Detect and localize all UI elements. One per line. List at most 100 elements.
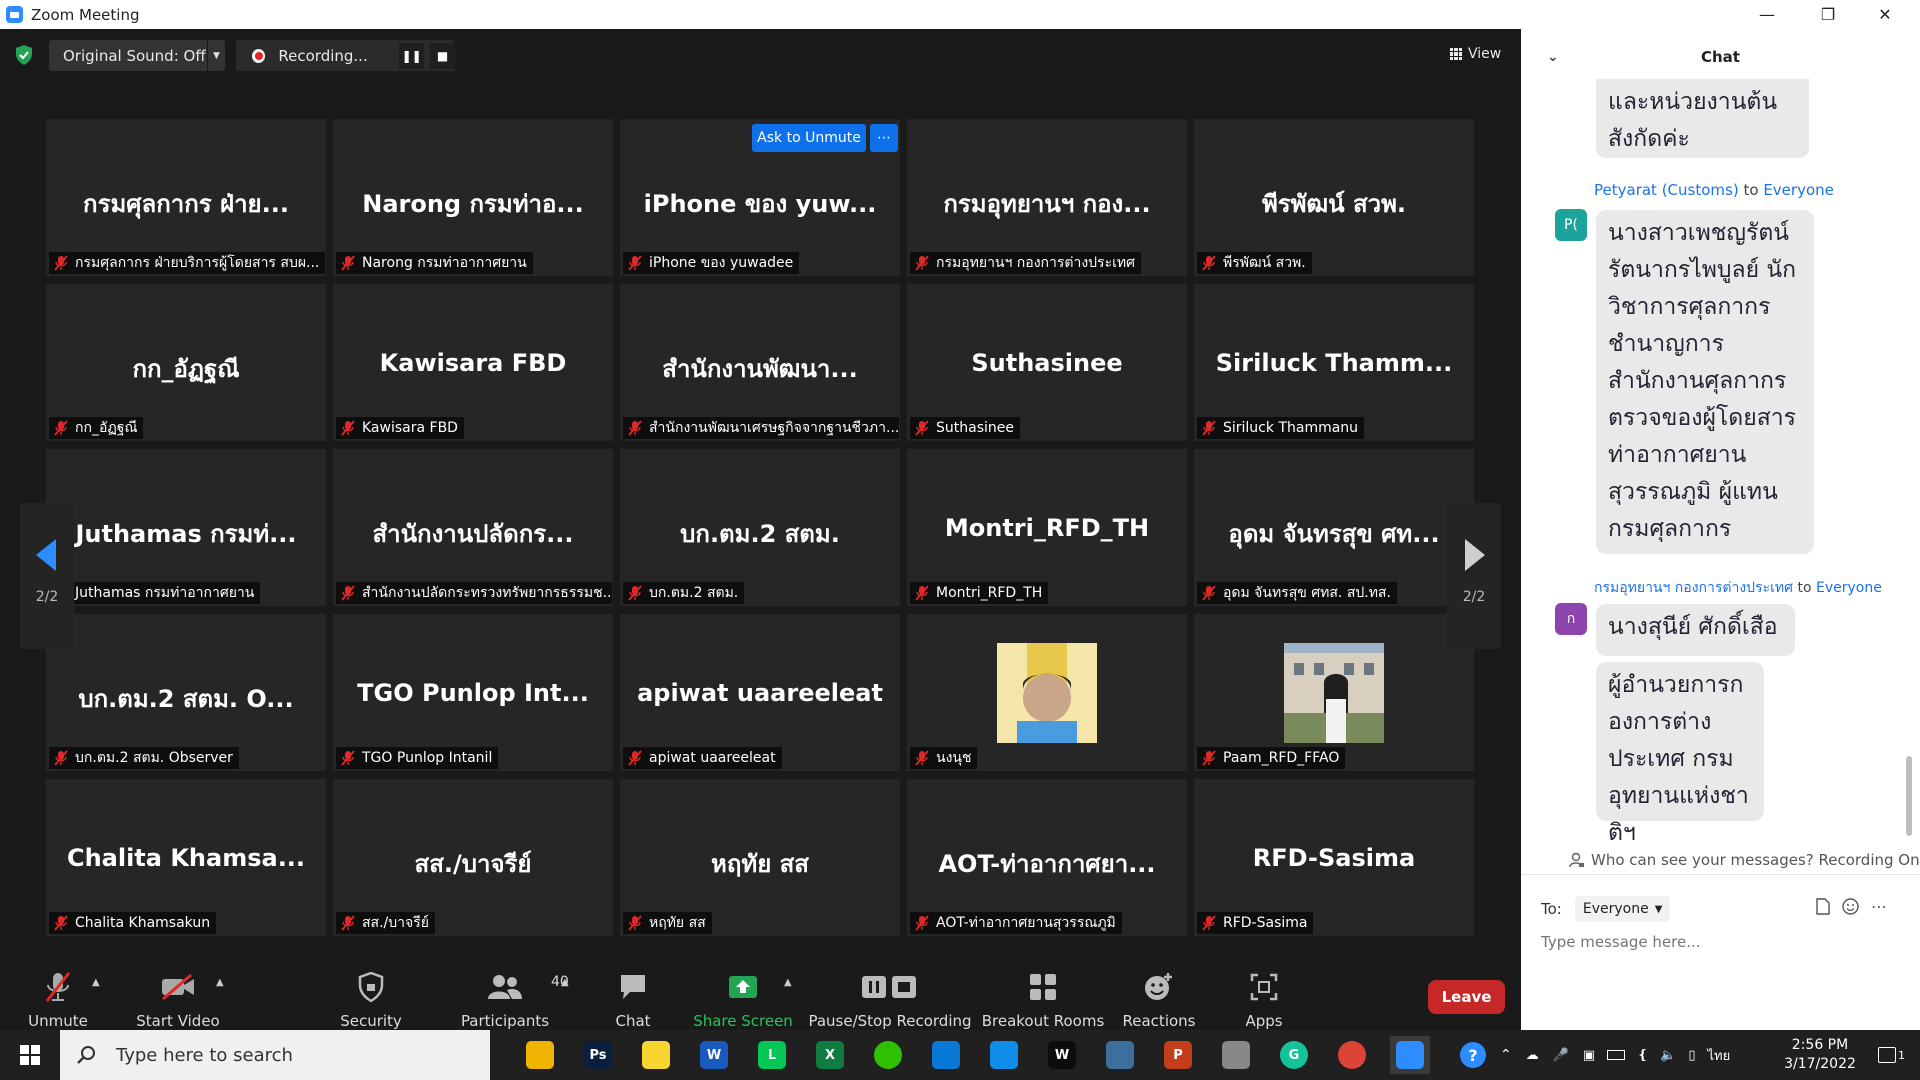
participant-tile[interactable]: นงนุช [907, 614, 1187, 771]
participant-tile[interactable]: สำนักงานปลัดกร... สำนักงานปลัดกระทรวงทรัพ… [333, 449, 613, 606]
chat-sender-name[interactable]: กรมอุทยานฯ กองการต่างประเทศ [1594, 580, 1793, 596]
video-options-caret-icon[interactable]: ▲ [216, 977, 224, 988]
close-button[interactable]: ✕ [1856, 0, 1914, 29]
taskbar-app[interactable] [1390, 1036, 1430, 1074]
message-input[interactable] [1541, 927, 1901, 957]
battery-icon[interactable] [1607, 1050, 1626, 1060]
participant-tile[interactable]: กก_อัฏฐณี กก_อัฏฐณี [46, 284, 326, 441]
taskbar-app[interactable]: W [694, 1036, 734, 1074]
volume-icon[interactable]: 🔈 [1660, 1048, 1676, 1063]
start-video-button[interactable]: Start Video [133, 942, 223, 1030]
apps-button[interactable]: Apps [1234, 942, 1294, 1030]
encryption-shield-icon[interactable] [15, 45, 33, 65]
participant-tile[interactable]: บก.ตม.2 สตม. บก.ตม.2 สตม. [620, 449, 900, 606]
view-button[interactable]: View [1450, 41, 1510, 67]
emoji-icon[interactable] [1842, 898, 1859, 915]
participant-tile[interactable]: Montri_RFD_TH Montri_RFD_TH [907, 449, 1187, 606]
participant-tile[interactable]: Siriluck Thamm... Siriluck Thammanu [1194, 284, 1474, 441]
participant-tile[interactable]: Juthamas กรมท่... Juthamas กรมท่าอากาศยาน [46, 449, 326, 606]
chevron-up-icon[interactable]: ⌃ [1500, 1047, 1512, 1063]
pause-stop-recording-button[interactable]: Pause/Stop Recording [808, 942, 972, 1030]
taskbar-app[interactable] [520, 1036, 560, 1074]
participant-tile[interactable]: TGO Punlop Int... TGO Punlop Intanil [333, 614, 613, 771]
participant-tile[interactable]: apiwat uaareeleat apiwat uaareeleat [620, 614, 900, 771]
share-screen-button[interactable]: Share Screen [693, 942, 793, 1030]
audio-options-caret-icon[interactable]: ▲ [92, 977, 100, 988]
participant-tile[interactable]: Suthasinee Suthasinee [907, 284, 1187, 441]
participant-tile[interactable]: Paam_RFD_FFAO [1194, 614, 1474, 771]
stop-recording-button[interactable]: ■ [430, 42, 455, 69]
participant-tile[interactable]: หฤทัย สส หฤทัย สส [620, 779, 900, 936]
phone-link-icon[interactable]: ▯ [1688, 1048, 1695, 1063]
who-can-see-notice[interactable]: Who can see your messages? Recording On [1569, 851, 1920, 869]
ask-to-unmute-button[interactable]: Ask to Unmute [752, 124, 866, 152]
wifi-icon[interactable]: ❴ [1637, 1048, 1648, 1063]
chat-recipient[interactable]: Everyone [1763, 181, 1834, 199]
recipient-select[interactable]: Everyone ▼ [1574, 896, 1671, 922]
taskbar-app[interactable] [1332, 1036, 1372, 1074]
unmute-button[interactable]: Unmute [28, 942, 88, 1030]
arrow-left-icon [36, 539, 56, 571]
mic-muted-icon [628, 750, 642, 766]
pause-recording-button[interactable]: ❚❚ [399, 42, 425, 69]
share-options-caret-icon[interactable]: ▲ [784, 977, 792, 988]
participant-tile[interactable]: AOT-ท่าอากาศยา... AOT-ท่าอากาศยานสุวรรณภู… [907, 779, 1187, 936]
taskbar-app[interactable] [1100, 1036, 1140, 1074]
cloud-icon[interactable]: ☁ [1526, 1048, 1539, 1063]
participant-caption-text: Suthasinee [936, 420, 1014, 436]
participant-tile[interactable]: RFD-Sasima RFD-Sasima [1194, 779, 1474, 936]
taskbar-app[interactable]: P [1158, 1036, 1198, 1074]
windows-start-button[interactable] [0, 1030, 60, 1080]
reactions-button[interactable]: Reactions [1123, 942, 1195, 1030]
participant-tile[interactable]: กรมอุทยานฯ กอง... กรมอุทยานฯ กองการต่างปร… [907, 119, 1187, 276]
taskbar-app[interactable] [984, 1036, 1024, 1074]
participants-button[interactable]: 40 Participants [460, 942, 569, 1030]
participant-tile[interactable]: บก.ตม.2 สตม. O... บก.ตม.2 สตม. Observer [46, 614, 326, 771]
participant-tile[interactable]: Kawisara FBD Kawisara FBD [333, 284, 613, 441]
participant-tile[interactable]: กรมศุลกากร ฝ่าย... กรมศุลกากร ฝ่ายบริการผ… [46, 119, 326, 276]
zoom-logo-icon [6, 6, 23, 23]
breakout-rooms-button[interactable]: Breakout Rooms [982, 942, 1104, 1030]
maximize-button[interactable]: ❐ [1799, 0, 1857, 29]
help-icon[interactable]: ? [1460, 1042, 1486, 1068]
chat-scrollbar[interactable] [1906, 756, 1912, 836]
participant-tile[interactable]: อุดม จันทรสุข ศท... อุดม จันทรสุข ศทส. สป… [1194, 449, 1474, 606]
magnifier-icon [1106, 1041, 1134, 1069]
participant-tile[interactable]: สส./บาจรีย์ สส./บาจรีย์ [333, 779, 613, 936]
taskbar-app[interactable] [868, 1036, 908, 1074]
chat-recipient[interactable]: Everyone [1816, 580, 1882, 596]
microphone-icon[interactable]: 🎤 [1553, 1048, 1569, 1063]
more-options-icon[interactable]: ⋯ [1871, 897, 1887, 916]
taskbar-app[interactable]: X [810, 1036, 850, 1074]
leave-button[interactable]: Leave [1428, 980, 1505, 1014]
participants-caret-icon[interactable]: ▲ [561, 977, 569, 988]
taskbar-app[interactable] [1216, 1036, 1256, 1074]
language-indicator[interactable]: ไทย [1707, 1045, 1730, 1066]
display-icon[interactable]: ▣ [1583, 1048, 1595, 1063]
participant-tile[interactable]: พีรพัฒน์ สวพ. พีรพัฒน์ สวพ. [1194, 119, 1474, 276]
taskbar-app[interactable]: Ps [578, 1036, 618, 1074]
participant-tile[interactable]: สำนักงานพัฒนา... สำนักงานพัฒนาเศรษฐกิจจาก… [620, 284, 900, 441]
chat-button[interactable]: Chat [603, 942, 663, 1030]
taskbar-app[interactable]: W [1042, 1036, 1082, 1074]
taskbar-app[interactable] [926, 1036, 966, 1074]
tile-more-options-button[interactable]: ⋯ [870, 124, 898, 152]
next-page-button[interactable]: 2/2 [1447, 503, 1501, 649]
taskbar-app[interactable]: G [1274, 1036, 1314, 1074]
chevron-down-icon[interactable]: ▼ [207, 40, 225, 71]
start-video-label: Start Video [136, 1012, 220, 1030]
chevron-down-icon[interactable]: ⌄ [1547, 49, 1559, 65]
notification-button[interactable]: 1 [1878, 1030, 1905, 1080]
participant-tile[interactable]: Chalita Khamsa... Chalita Khamsakun [46, 779, 326, 936]
taskbar-app[interactable] [636, 1036, 676, 1074]
security-button[interactable]: Security [340, 942, 402, 1030]
minimize-button[interactable]: — [1738, 0, 1796, 29]
original-sound-toggle[interactable]: Original Sound: Off ▼ [49, 40, 225, 71]
taskbar-search[interactable]: Type here to search [60, 1030, 490, 1080]
taskbar-app[interactable]: L [752, 1036, 792, 1074]
clock[interactable]: 2:56 PM 3/17/2022 [1770, 1036, 1870, 1074]
chat-sender-name[interactable]: Petyarat (Customs) [1594, 181, 1739, 199]
file-icon[interactable] [1816, 898, 1830, 915]
participant-tile[interactable]: Narong กรมท่าอ... Narong กรมท่าอากาศยาน [333, 119, 613, 276]
prev-page-button[interactable]: 2/2 [20, 503, 74, 649]
